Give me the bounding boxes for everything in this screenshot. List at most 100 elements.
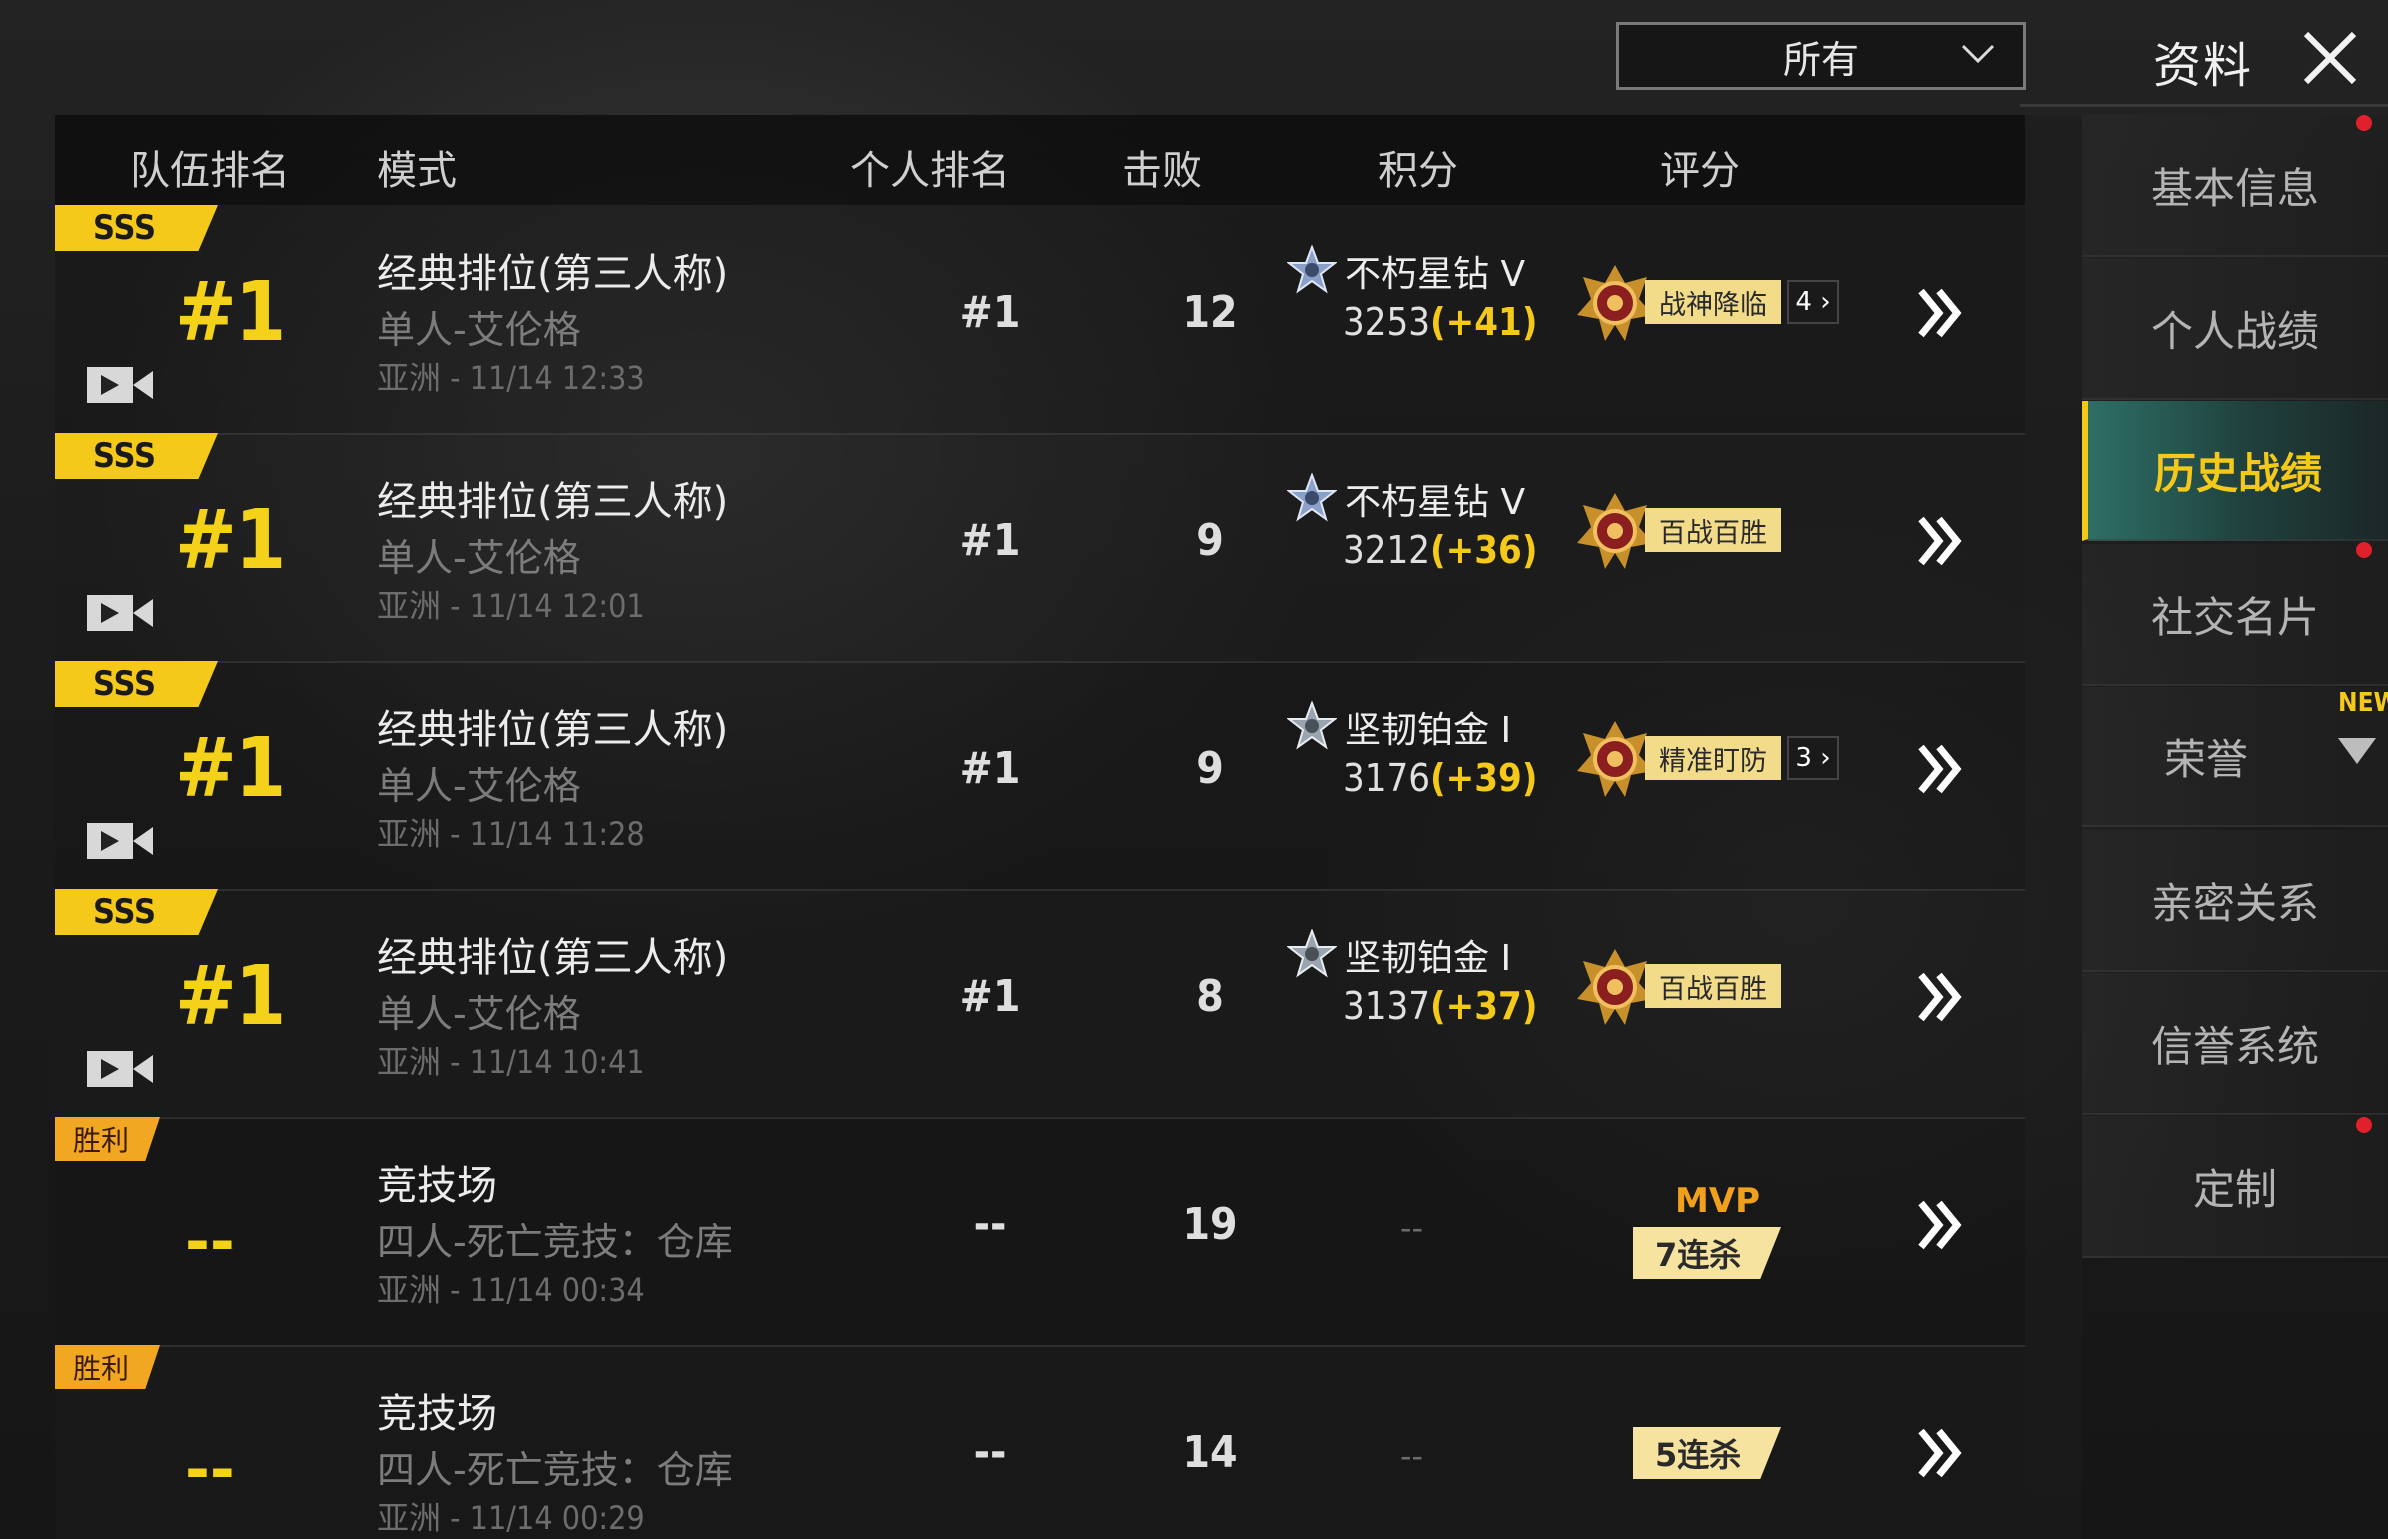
- scrollbar-track[interactable]: [2025, 115, 2082, 1539]
- chevron-right-icon[interactable]: [1913, 741, 1969, 797]
- mode-sub: 单人-艾伦格: [377, 992, 581, 1036]
- video-icon[interactable]: [87, 1049, 153, 1089]
- match-time: 亚洲 - 11/14 10:41: [377, 1043, 645, 1081]
- points-value: 3176: [1343, 756, 1430, 800]
- match-time: 亚洲 - 11/14 12:33: [377, 359, 645, 397]
- match-time: 亚洲 - 11/14 00:34: [377, 1271, 645, 1309]
- chevron-right-icon[interactable]: [1913, 285, 1969, 341]
- rating-tag: 百战百胜: [1645, 964, 1781, 1008]
- notification-dot: [2356, 115, 2372, 131]
- kills: 19: [1182, 1199, 1238, 1250]
- filter-value: 所有: [1782, 37, 1859, 82]
- tier-name: 坚韧铂金 I: [1345, 938, 1512, 979]
- match-row[interactable]: 胜利 -- 竞技场 四人-死亡竞技：仓库 亚洲 - 11/14 00:34 --…: [55, 1117, 2025, 1347]
- mode-sub: 单人-艾伦格: [377, 308, 581, 352]
- match-row[interactable]: SSS #1 经典排位(第三人称) 单人-艾伦格 亚洲 - 11/14 12:3…: [55, 205, 2025, 435]
- tier-name: 不朽星钻 V: [1345, 254, 1526, 295]
- sidebar-item-customize[interactable]: 定制: [2082, 1116, 2388, 1258]
- kills: 9: [1196, 743, 1224, 794]
- mvp-label: MVP: [1675, 1181, 1761, 1221]
- personal-rank: #1: [959, 515, 1021, 566]
- new-badge: NEW: [2338, 688, 2388, 718]
- points-delta: (+37): [1429, 984, 1538, 1028]
- win-badge: 胜利: [55, 1117, 160, 1161]
- col-rating: 评分: [1660, 148, 1740, 194]
- video-icon[interactable]: [87, 593, 153, 633]
- sidebar-item-credit-system[interactable]: 信誉系统: [2082, 973, 2388, 1115]
- personal-rank: #1: [959, 287, 1021, 338]
- col-points: 积分: [1378, 148, 1458, 194]
- sidebar-item-label: 个人战绩: [2150, 306, 2319, 356]
- grade-badge: SSS: [55, 205, 218, 251]
- points-value: 3212: [1343, 528, 1430, 572]
- mode-name: 经典排位(第三人称): [377, 707, 729, 753]
- points-delta: (+36): [1429, 528, 1538, 572]
- sidebar-item-relationships[interactable]: 亲密关系: [2082, 830, 2388, 972]
- sidebar-item-personal-stats[interactable]: 个人战绩: [2082, 258, 2388, 400]
- video-icon[interactable]: [87, 365, 153, 405]
- mode-name: 经典排位(第三人称): [377, 935, 729, 981]
- tier-name: 坚韧铂金 I: [1345, 710, 1512, 751]
- rating-more-button[interactable]: 4 ›: [1787, 280, 1839, 324]
- sidebar-item-label: 社交名片: [2150, 592, 2319, 642]
- sidebar-item-basic-info[interactable]: 基本信息: [2082, 115, 2388, 257]
- sidebar-item-label: 定制: [2192, 1164, 2277, 1214]
- mode-sub: 单人-艾伦格: [377, 764, 581, 808]
- rating-more-button[interactable]: 3 ›: [1787, 736, 1839, 780]
- personal-rank: --: [973, 1427, 1007, 1478]
- mode-name: 竞技场: [377, 1391, 497, 1437]
- rating-tag: 精准盯防: [1645, 736, 1781, 780]
- tier-icon: [1287, 929, 1337, 978]
- medal-icon: [1577, 265, 1653, 341]
- match-row[interactable]: SSS #1 经典排位(第三人称) 单人-艾伦格 亚洲 - 11/14 11:2…: [55, 661, 2025, 891]
- close-icon[interactable]: [2300, 28, 2360, 88]
- tier-icon: [1287, 473, 1337, 522]
- team-rank: #1: [175, 265, 286, 360]
- match-time: 亚洲 - 11/14 11:28: [377, 815, 645, 853]
- sidebar-item-label: 亲密关系: [2150, 878, 2319, 928]
- sidebar-item-social-card[interactable]: 社交名片: [2082, 544, 2388, 686]
- mode-name: 经典排位(第三人称): [377, 479, 729, 525]
- triangle-down-icon[interactable]: [2338, 738, 2376, 764]
- points: 3137(+37): [1343, 984, 1537, 1028]
- points-value: 3253: [1343, 300, 1430, 344]
- col-team-rank: 队伍排名: [130, 148, 290, 194]
- points-empty: --: [1400, 1209, 1424, 1247]
- kills: 8: [1196, 971, 1224, 1022]
- col-kills: 击败: [1122, 148, 1202, 194]
- kill-streak-tag: 7连杀: [1633, 1227, 1781, 1279]
- match-row[interactable]: 胜利 -- 竞技场 四人-死亡竞技：仓库 亚洲 - 11/14 00:29 --…: [55, 1345, 2025, 1539]
- mode-name: 竞技场: [377, 1163, 497, 1209]
- medal-icon: [1577, 493, 1653, 569]
- profile-sidebar: 基本信息 个人战绩 历史战绩 社交名片 荣誉 亲密关系 信誉系统 定制: [2082, 115, 2388, 1539]
- match-row[interactable]: SSS #1 经典排位(第三人称) 单人-艾伦格 亚洲 - 11/14 10:4…: [55, 889, 2025, 1119]
- col-personal-rank: 个人排名: [850, 148, 1010, 194]
- team-rank: #1: [175, 493, 286, 588]
- chevron-right-icon[interactable]: [1913, 969, 1969, 1025]
- kills: 12: [1182, 287, 1238, 338]
- sidebar-item-label: 基本信息: [2150, 163, 2319, 213]
- match-row[interactable]: SSS #1 经典排位(第三人称) 单人-艾伦格 亚洲 - 11/14 12:0…: [55, 433, 2025, 663]
- filter-dropdown[interactable]: 所有: [1616, 22, 2026, 90]
- mode-sub: 四人-死亡竞技：仓库: [377, 1220, 733, 1264]
- grade-badge: SSS: [55, 889, 218, 935]
- chevron-right-icon[interactable]: [1913, 1425, 1969, 1481]
- tier-name: 不朽星钻 V: [1345, 482, 1526, 523]
- col-mode: 模式: [377, 148, 457, 194]
- kills: 9: [1196, 515, 1224, 566]
- rating-more-count: 3: [1795, 743, 1812, 773]
- grade-badge: SSS: [55, 661, 218, 707]
- team-rank: #1: [175, 721, 286, 816]
- personal-rank: #1: [959, 971, 1021, 1022]
- personal-rank: #1: [959, 743, 1021, 794]
- rating-tag: 百战百胜: [1645, 508, 1781, 552]
- chevron-right-icon[interactable]: [1913, 1197, 1969, 1253]
- team-rank: --: [185, 1435, 235, 1505]
- mode-name: 经典排位(第三人称): [377, 251, 729, 297]
- points: 3253(+41): [1343, 300, 1537, 344]
- sidebar-item-match-history[interactable]: 历史战绩: [2082, 401, 2388, 541]
- video-icon[interactable]: [87, 821, 153, 861]
- chevron-right-icon[interactable]: [1913, 513, 1969, 569]
- mode-sub: 四人-死亡竞技：仓库: [377, 1448, 733, 1492]
- points-empty: --: [1400, 1437, 1424, 1475]
